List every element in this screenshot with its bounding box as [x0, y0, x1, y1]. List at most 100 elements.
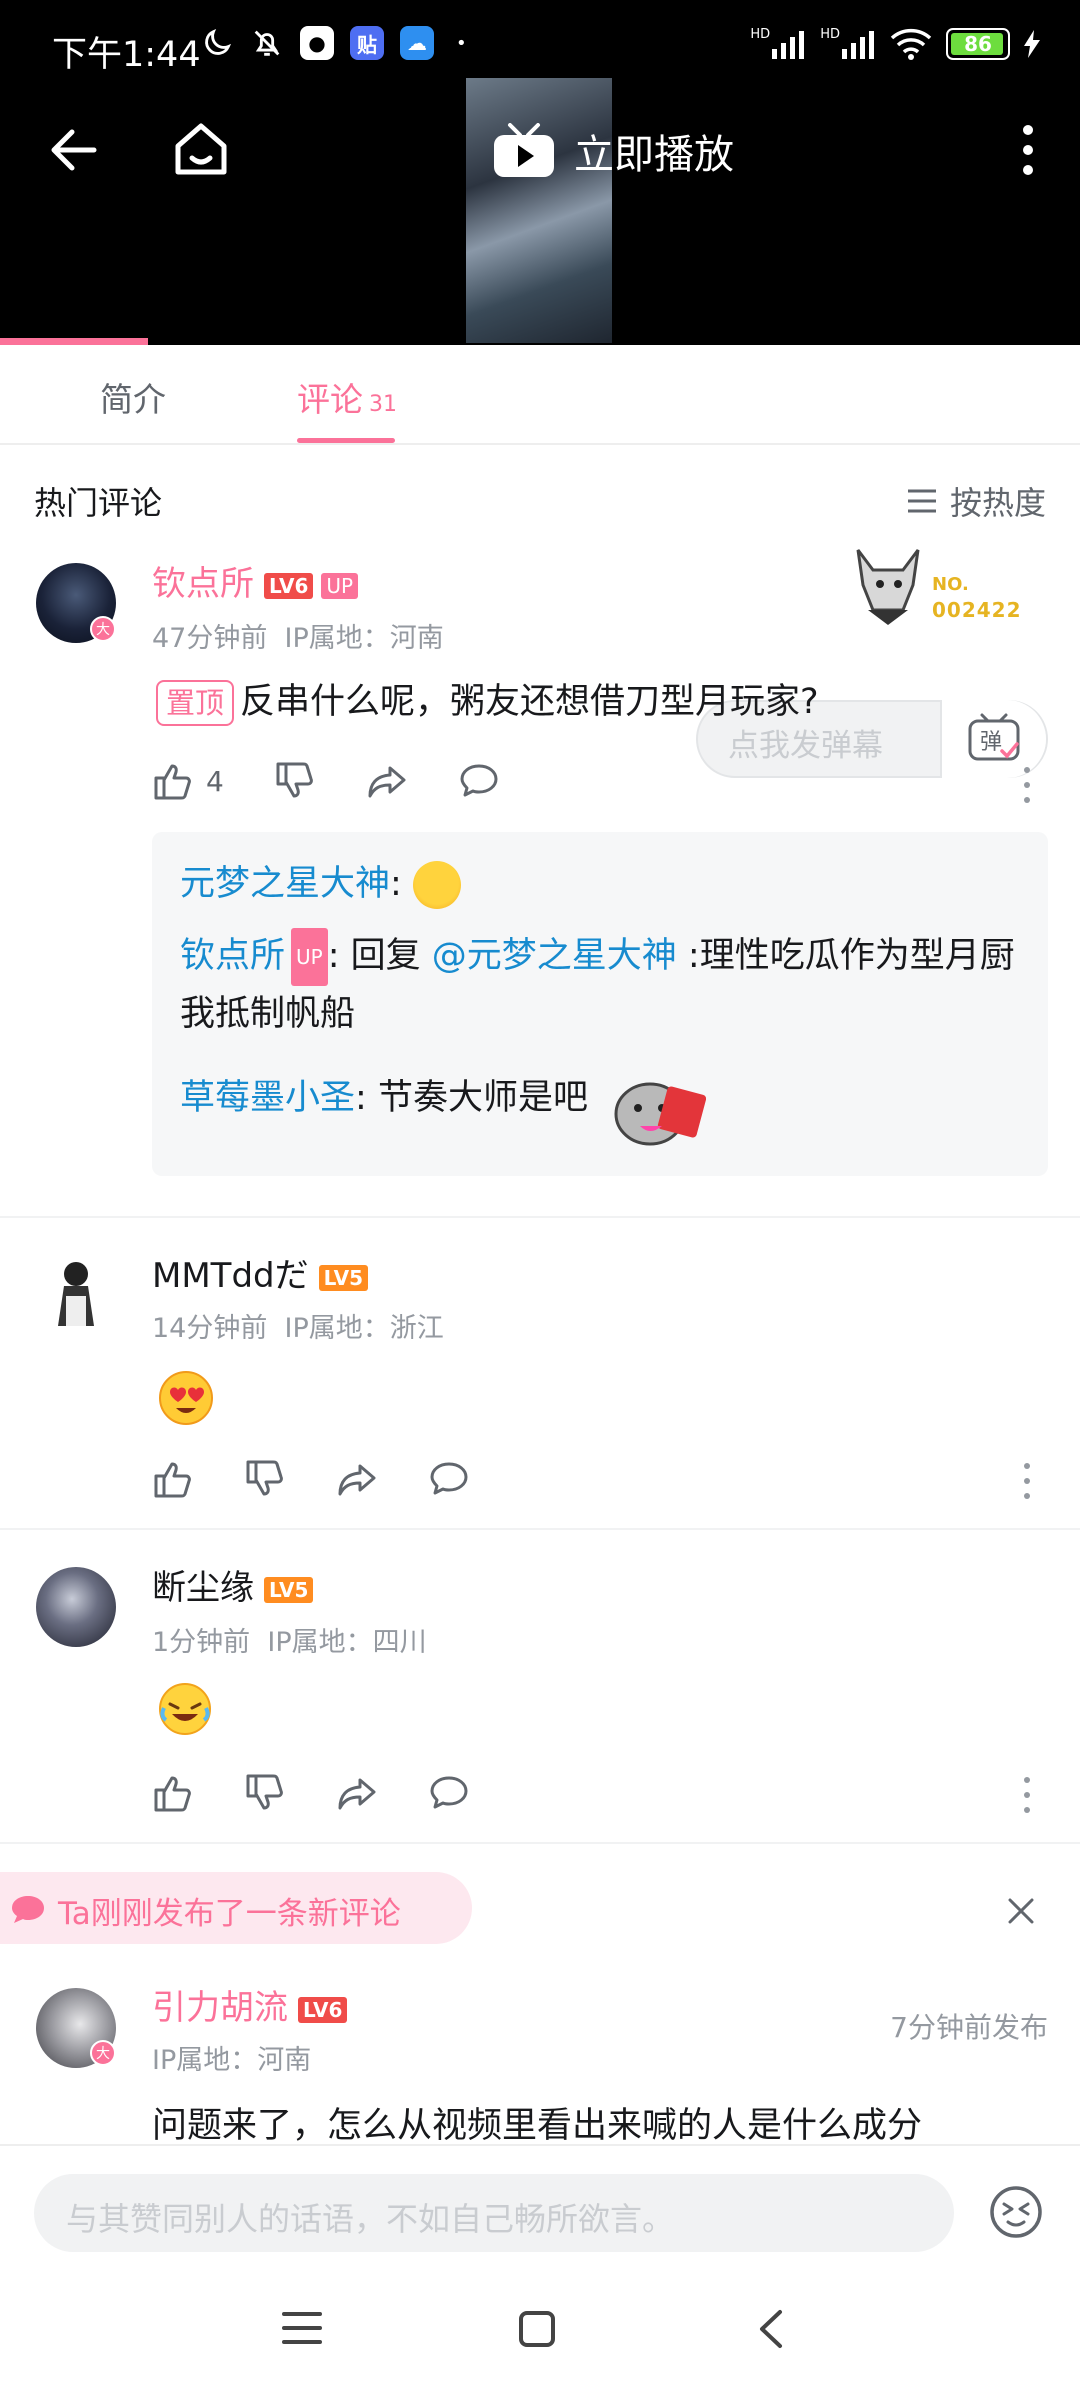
- dislike-button[interactable]: [274, 760, 316, 802]
- comment-username[interactable]: 引力胡流 LV6: [152, 1980, 348, 2029]
- share-icon: [338, 1464, 376, 1496]
- posted-time: 7分钟前发布: [890, 2011, 1048, 2044]
- dislike-button[interactable]: [244, 1772, 286, 1814]
- like-button[interactable]: [152, 1772, 194, 1814]
- thumbs-down-icon: [246, 1460, 283, 1496]
- signal-icon-2: [842, 31, 874, 59]
- video-progress-bar: [0, 338, 148, 345]
- comment-count: 31: [369, 392, 397, 417]
- status-dot: •: [456, 32, 467, 54]
- comment-username[interactable]: 断尘缘 LV5: [152, 1560, 314, 1609]
- tab-bar: 简介 评论 31 点我发弹幕 弹: [0, 345, 1080, 778]
- cloud-icon: ☁: [400, 26, 434, 60]
- like-count: 4: [206, 764, 224, 798]
- home-icon[interactable]: [170, 118, 232, 180]
- fan-no: 002422: [932, 598, 1022, 622]
- comment-input-placeholder: 与其赞同别人的话语，不如自己畅所欲言。: [66, 2200, 675, 2238]
- tab-comments[interactable]: 评论 31: [297, 373, 397, 421]
- sort-by-hot-button[interactable]: 按热度: [906, 478, 1046, 524]
- reply-username[interactable]: 草莓墨小圣: [180, 1078, 355, 1118]
- divider: [0, 1528, 1080, 1530]
- moon-icon: [205, 28, 232, 55]
- divider: [0, 1842, 1080, 1844]
- comment-text: 置顶 反串什么呢，粥友还想借刀型月玩家?: [156, 676, 1036, 728]
- comment-bubble-icon: [430, 1776, 468, 1809]
- thumbs-up-icon: [154, 1776, 191, 1812]
- level-badge: LV5: [318, 1264, 368, 1291]
- comment-username[interactable]: MMTddだ LV5: [152, 1248, 368, 1297]
- comment-more-icon[interactable]: [1022, 764, 1032, 806]
- reply-username[interactable]: 钦点所: [180, 936, 285, 976]
- reply-button[interactable]: [458, 760, 500, 802]
- new-comment-banner-text: Ta刚刚发布了一条新评论: [58, 1896, 401, 1932]
- reply-mention[interactable]: @元梦之星大神: [432, 936, 677, 976]
- tab-intro[interactable]: 简介: [100, 373, 166, 421]
- share-button[interactable]: [366, 760, 408, 802]
- status-system-icons: HD HD 86: [750, 26, 1040, 60]
- home-square-icon[interactable]: [518, 2310, 556, 2348]
- play-now-button[interactable]: 立即播放: [492, 122, 734, 180]
- reply-button[interactable]: [428, 1772, 470, 1814]
- share-button[interactable]: [336, 1772, 378, 1814]
- laugh-cry-emoji-icon: [158, 1682, 212, 1740]
- heart-eyes-emoji-icon: [158, 1370, 214, 1430]
- reply-item: 钦点所 UP: 回复 @元梦之星大神 :理性吃瓜作为型月厨我抵制帆船: [180, 928, 1030, 1042]
- comment-username[interactable]: 钦点所 LV6 UP: [152, 556, 359, 605]
- laugh-cry-emoji-icon: [412, 861, 461, 909]
- level-badge: LV6: [264, 572, 314, 599]
- share-icon: [368, 766, 406, 798]
- comment-actions: 4: [152, 760, 550, 802]
- sort-label: 按热度: [949, 484, 1046, 522]
- status-notification-icons: ● 贴 ☁ •: [200, 26, 467, 60]
- comment-input[interactable]: 与其赞同别人的话语，不如自己畅所欲言。: [34, 2174, 954, 2252]
- comment-bubble-icon: [430, 1462, 468, 1495]
- emoji-button-icon[interactable]: [988, 2184, 1044, 2240]
- up-badge: UP: [291, 928, 328, 986]
- chat-bubble-icon: [12, 1896, 44, 1923]
- tieba-icon: 贴: [350, 26, 384, 60]
- thumbs-down-icon: [246, 1774, 283, 1810]
- more-vertical-icon[interactable]: [1010, 120, 1046, 180]
- hot-comments-title: 热门评论: [34, 484, 163, 522]
- new-comment-banner[interactable]: Ta刚刚发布了一条新评论: [0, 1872, 472, 1944]
- charging-icon: [1024, 30, 1040, 58]
- avatar-badge: 大: [90, 2040, 116, 2066]
- reply-username[interactable]: 元梦之星大神: [180, 864, 390, 904]
- back-arrow-icon[interactable]: [44, 120, 104, 180]
- play-now-label: 立即播放: [574, 132, 734, 178]
- avatar[interactable]: [36, 1256, 116, 1336]
- video-thumbnail[interactable]: [466, 78, 612, 343]
- level-badge: LV6: [298, 1996, 348, 2023]
- level-badge: LV5: [264, 1576, 314, 1603]
- share-button[interactable]: [336, 1458, 378, 1500]
- reply-preview-box[interactable]: 元梦之星大神: 钦点所 UP: 回复 @元梦之星大神 :理性吃瓜作为型月厨我抵制帆…: [152, 832, 1048, 1176]
- fan-decoration: NO. 002422: [848, 540, 1028, 630]
- bell-off-icon: [254, 30, 280, 56]
- reply-item: 元梦之星大神:: [180, 856, 461, 912]
- back-nav-icon[interactable]: [756, 2308, 786, 2350]
- comment-more-icon[interactable]: [1022, 1460, 1032, 1502]
- avatar[interactable]: [36, 1567, 116, 1647]
- pinned-badge: 置顶: [156, 680, 235, 726]
- up-badge: UP: [321, 572, 359, 599]
- share-icon: [338, 1778, 376, 1810]
- comment-more-icon[interactable]: [1022, 1774, 1032, 1816]
- menu-icon[interactable]: [282, 2310, 322, 2346]
- reply-item: 草莓墨小圣: 节奏大师是吧: [180, 1078, 588, 1118]
- status-time: 下午1:44: [52, 35, 201, 75]
- list-icon: [907, 489, 936, 513]
- battery-indicator: 86: [946, 28, 1010, 60]
- like-button[interactable]: 4: [152, 760, 224, 802]
- dislike-button[interactable]: [244, 1458, 286, 1500]
- comment-composer: 与其赞同别人的话语，不如自己畅所欲言。: [0, 2144, 1080, 2260]
- like-button[interactable]: [152, 1458, 194, 1500]
- close-icon[interactable]: [1004, 1894, 1038, 1928]
- hd-label-1: HD: [750, 26, 771, 42]
- comment-actions: [152, 1458, 520, 1500]
- comment-bubble-icon: [460, 764, 498, 797]
- comment-actions: [152, 1772, 520, 1814]
- video-header: 下午1:44 ● 贴 ☁ • HD HD 86 立即播放: [0, 0, 1080, 345]
- reply-button[interactable]: [428, 1458, 470, 1500]
- system-nav-bar: [0, 2260, 1080, 2400]
- thumbs-up-icon: [154, 764, 191, 800]
